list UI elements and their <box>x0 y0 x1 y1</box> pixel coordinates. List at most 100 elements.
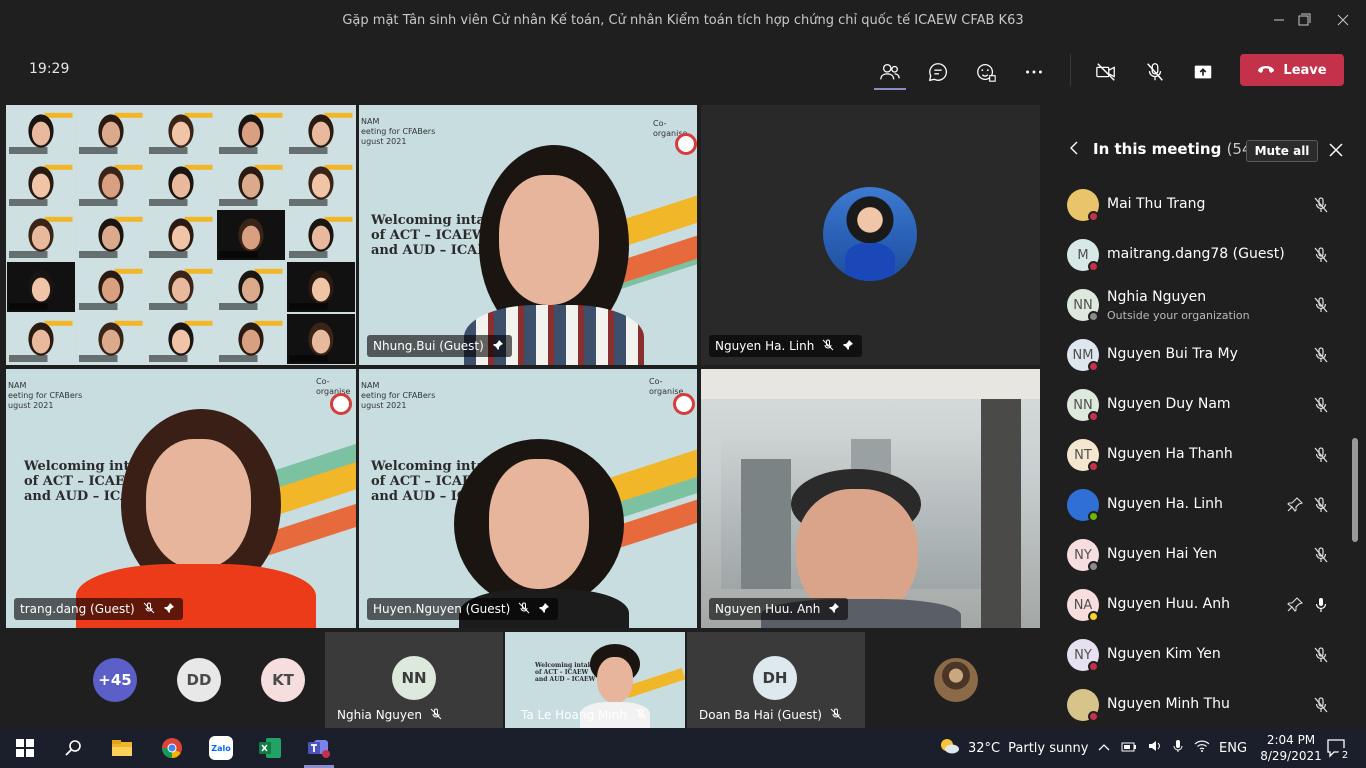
microphone-icon[interactable] <box>1173 739 1183 757</box>
language-indicator[interactable]: ENG <box>1219 728 1247 768</box>
video-tile-nghia[interactable]: NN Nghia Nguyen <box>325 632 503 728</box>
excel-icon[interactable] <box>257 736 283 760</box>
file-explorer-icon[interactable] <box>110 736 134 760</box>
presence-status-icon <box>1088 261 1099 272</box>
gallery-person-face <box>31 329 51 354</box>
participant-row[interactable]: NN Nguyen Duy Nam <box>1046 380 1366 430</box>
gallery-name-tag <box>79 355 118 362</box>
self-video-preview[interactable] <box>934 658 978 702</box>
gallery-name-tag <box>9 303 48 310</box>
pin-icon[interactable] <box>1286 596 1304 614</box>
chrome-icon[interactable] <box>160 736 184 760</box>
gallery-person-face <box>241 277 261 302</box>
mic-off-icon[interactable] <box>1312 396 1330 414</box>
gallery-slide-band <box>184 320 213 326</box>
gallery-person-face <box>31 121 51 146</box>
mic-off-icon[interactable] <box>1312 496 1330 514</box>
video-tile-hai[interactable]: DH Doan Ba Hai (Guest) <box>687 632 865 728</box>
gallery-name-tag <box>289 199 328 206</box>
slide-header: NAM eeting for CFABers ugust 2021 <box>361 381 436 410</box>
video-tile-trang[interactable]: NAM eeting for CFABers ugust 2021 Co-organ… <box>6 369 356 628</box>
volume-icon[interactable] <box>1148 740 1162 756</box>
close-icon[interactable] <box>1320 0 1366 40</box>
close-icon[interactable] <box>1329 142 1343 161</box>
mic-off-icon <box>143 602 155 617</box>
camera-off-icon[interactable] <box>1090 56 1122 88</box>
gallery-mosaic <box>6 105 356 365</box>
slide-header: NAM eeting for CFABers ugust 2021 <box>361 117 436 146</box>
mic-off-icon[interactable] <box>1312 296 1330 314</box>
video-tile-anh[interactable]: Nguyen Huu. Anh <box>701 369 1040 628</box>
chevron-up-icon[interactable] <box>1098 741 1110 756</box>
video-tile-huyen[interactable]: NAM eeting for CFABers ugust 2021 Co-organ… <box>359 369 697 628</box>
participant-name: Nguyen Duy Nam <box>1107 396 1231 412</box>
mic-on-icon[interactable] <box>1312 596 1330 614</box>
panel-scrollbar[interactable] <box>1352 438 1358 542</box>
video-tile-linh[interactable]: Nguyen Ha. Linh <box>701 105 1040 365</box>
window-title-bar: Gặp mặt Tân sinh viên Cử nhân Kế toán, C… <box>0 0 1366 40</box>
mute-all-button[interactable]: Mute all <box>1246 140 1318 162</box>
back-chevron-icon[interactable] <box>1068 140 1080 160</box>
leave-button[interactable]: Leave <box>1240 54 1344 86</box>
person-face <box>597 657 633 703</box>
weather-widget[interactable]: 32°C Partly sunny <box>938 728 1088 768</box>
reactions-icon[interactable] <box>970 56 1002 88</box>
more-icon[interactable] <box>1018 56 1050 88</box>
start-icon[interactable] <box>14 736 36 760</box>
teams-icon[interactable] <box>306 736 332 760</box>
participant-row[interactable]: NY Nguyen Kim Yen <box>1046 630 1366 680</box>
mic-off-icon[interactable] <box>1312 546 1330 564</box>
participant-name-tag: Huyen.Nguyen (Guest) <box>367 598 559 620</box>
notification-center-icon[interactable]: 2 <box>1326 728 1352 768</box>
person-face <box>489 459 589 589</box>
participant-row[interactable]: Nguyen Minh Thu <box>1046 680 1366 730</box>
gallery-person-face <box>31 225 51 250</box>
participant-name: maitrang.dang78 (Guest) <box>1107 246 1285 262</box>
video-tile-nhung[interactable]: NAM eeting for CFABers ugust 2021 Co-organ… <box>359 105 697 365</box>
gallery-name-tag <box>79 147 118 154</box>
mic-off-icon[interactable] <box>1312 346 1330 364</box>
gallery-slide-band <box>324 112 353 118</box>
participant-row[interactable]: NT Nguyen Ha Thanh <box>1046 430 1366 480</box>
avatar[interactable]: DD <box>177 658 221 702</box>
gallery-person-face <box>311 225 331 250</box>
video-tile-minh[interactable]: Welcoming intake 63 of ACT – ICAEW and A… <box>505 632 685 728</box>
participant-name-tag: trang.dang (Guest) <box>14 598 183 620</box>
search-icon[interactable] <box>62 736 84 760</box>
pin-icon[interactable] <box>1286 496 1304 514</box>
overflow-participants-button[interactable]: +45 <box>93 658 137 702</box>
gallery-person-face <box>101 277 121 302</box>
participant-row[interactable]: NN Nghia Nguyen Outside your organization <box>1046 280 1366 330</box>
windows-taskbar: Zalo 32°C Partly sunny ENG 2:04 PM 8/29/… <box>0 728 1366 768</box>
battery-icon[interactable] <box>1121 741 1137 756</box>
clock[interactable]: 2:04 PM 8/29/2021 <box>1258 728 1324 768</box>
mic-off-icon[interactable] <box>1312 646 1330 664</box>
participant-row[interactable]: Nguyen Ha. Linh <box>1046 480 1366 530</box>
mic-off-icon[interactable] <box>1312 246 1330 264</box>
gallery-person-face <box>241 121 261 146</box>
mic-off-icon[interactable] <box>1312 696 1330 714</box>
people-icon[interactable] <box>874 56 906 88</box>
participant-row[interactable]: NA Nguyen Huu. Anh <box>1046 580 1366 630</box>
partly-sunny-icon <box>938 737 960 759</box>
gallery-person-face <box>311 329 331 354</box>
gallery-name-tag <box>149 199 188 206</box>
gallery-slide-band <box>44 320 73 326</box>
mic-off-icon[interactable] <box>1312 446 1330 464</box>
participant-name: Nguyen Minh Thu <box>1107 696 1230 712</box>
zalo-icon[interactable]: Zalo <box>208 736 234 760</box>
wifi-icon[interactable] <box>1194 740 1210 756</box>
system-tray <box>1098 728 1210 768</box>
mic-off-icon[interactable] <box>1139 56 1171 88</box>
chat-icon[interactable] <box>922 56 954 88</box>
participant-row[interactable]: NM Nguyen Bui Tra My <box>1046 330 1366 380</box>
mic-off-icon[interactable] <box>1312 196 1330 214</box>
avatar[interactable]: KT <box>261 658 305 702</box>
share-icon[interactable] <box>1187 56 1219 88</box>
participant-row[interactable]: Mai Thu Trang <box>1046 180 1366 230</box>
video-tile-gallery[interactable] <box>6 105 356 365</box>
gallery-name-tag <box>219 303 258 310</box>
participant-row[interactable]: NY Nguyen Hai Yen <box>1046 530 1366 580</box>
mic-off-icon <box>830 708 842 723</box>
participant-row[interactable]: Mmaitrang.dang78 (Guest) <box>1046 230 1366 280</box>
